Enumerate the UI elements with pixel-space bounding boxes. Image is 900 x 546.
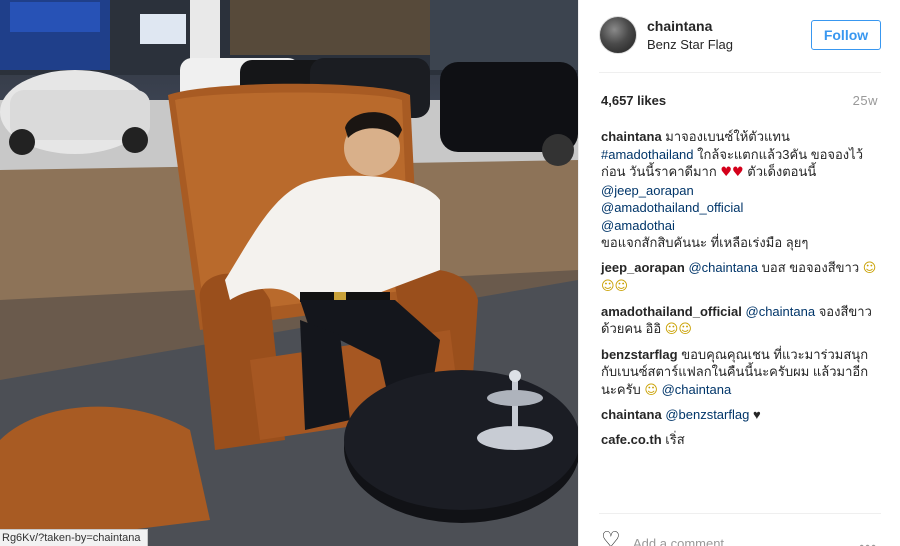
comment-item: chaintana มาจองเบนซ์ให้ตัวแทน #amadothai… — [601, 128, 881, 252]
comment-item: amadothailand_official @chaintana จองสีข… — [601, 303, 881, 339]
mention-link[interactable]: @chaintana — [688, 260, 758, 275]
smile-emoji-icon: ☺☺ — [664, 322, 692, 337]
mention-link[interactable]: @jeep_aorapan — [601, 183, 694, 198]
comment-text: ตัวเด็งตอนนี้ — [743, 164, 817, 179]
comment-item: benzstarflag ขอบคุณคุณเชน ที่แวะมาร่วมสน… — [601, 346, 881, 400]
comment-text: มาจองเบนซ์ให้ตัวแทน — [661, 129, 790, 144]
divider — [599, 513, 881, 514]
comment-username[interactable]: jeep_aorapan — [601, 260, 685, 275]
comment-username[interactable]: cafe.co.th — [601, 432, 662, 447]
comment-username[interactable]: amadothailand_official — [601, 304, 742, 319]
mention-link[interactable]: @amadothai — [601, 218, 675, 233]
ellipsis-icon[interactable]: ••• — [859, 538, 877, 546]
comment-item: jeep_aorapan @chaintana บอส ขอจองสีขาว ☺… — [601, 259, 881, 296]
comment-username[interactable]: chaintana — [601, 129, 662, 144]
post-sidebar: chaintana Benz Star Flag Follow 4,657 li… — [578, 0, 900, 546]
comment-username[interactable]: benzstarflag — [601, 347, 678, 362]
mention-link[interactable]: @chaintana — [662, 382, 732, 397]
follow-button[interactable]: Follow — [811, 20, 881, 50]
mention-link[interactable]: @chaintana — [746, 304, 816, 319]
heart-outline-icon[interactable]: ♡ — [601, 530, 621, 546]
post-header: chaintana Benz Star Flag Follow — [599, 14, 881, 58]
status-bar-url: Rg6Kv/?taken-by=chaintana — [0, 529, 148, 546]
avatar[interactable] — [599, 16, 637, 54]
comment-text: ♥ — [749, 407, 761, 422]
comment-username[interactable]: chaintana — [601, 407, 662, 422]
comment-item: cafe.co.th เริ่ส — [601, 431, 881, 449]
post-photo[interactable]: Rg6Kv/?taken-by=chaintana — [0, 0, 578, 546]
comment-text: ขอแจกสักสิบคันนะ ที่เหลือเร่งมือ ลุยๆ — [601, 235, 809, 250]
comment-text: บอส ขอจองสีขาว — [758, 259, 863, 275]
smile-emoji-icon: ☺ — [644, 382, 658, 398]
post-age[interactable]: 25w — [853, 93, 878, 108]
divider — [599, 72, 881, 73]
comment-list: chaintana มาจองเบนซ์ให้ตัวแทน #amadothai… — [601, 128, 881, 455]
mention-link[interactable]: @amadothailand_official — [601, 200, 743, 215]
comment-text: เริ่ส — [661, 431, 685, 447]
comment-item: chaintana @benzstarflag ♥ — [601, 406, 881, 424]
hashtag-link[interactable]: #amadothailand — [601, 147, 694, 162]
location-link[interactable]: Benz Star Flag — [647, 37, 733, 52]
heart-emoji-icon: ♥♥ — [720, 165, 744, 180]
photo-illustration — [0, 0, 578, 546]
likes-count[interactable]: 4,657 likes — [601, 93, 666, 108]
mention-link[interactable]: @benzstarflag — [665, 407, 749, 422]
username-link[interactable]: chaintana — [647, 18, 712, 34]
comment-footer: ♡ Add a comment... ••• — [599, 524, 881, 546]
add-comment-input[interactable]: Add a comment... — [633, 536, 735, 546]
